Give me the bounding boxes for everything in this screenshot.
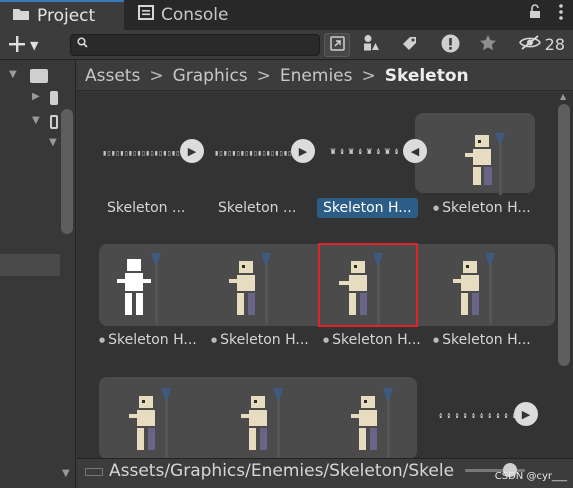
tab-bar: Project Console: [0, 0, 573, 30]
search-by-type-button[interactable]: [324, 33, 350, 57]
tree-scrollbar[interactable]: [61, 109, 73, 234]
chevron-right-icon[interactable]: ▶: [32, 91, 40, 102]
breadcrumb-skeleton[interactable]: Skeleton: [385, 66, 469, 86]
search-icon: [77, 37, 88, 51]
search-scope-icon: [329, 35, 345, 55]
filter-by-label-button[interactable]: [396, 33, 422, 57]
skeleton-sprite: [351, 388, 393, 458]
create-button[interactable]: ▼: [8, 33, 52, 57]
asset-label[interactable]: ● Skeleton H...: [99, 330, 197, 350]
star-icon: [479, 34, 497, 56]
console-icon: [138, 5, 154, 25]
play-icon[interactable]: ▶: [291, 139, 315, 163]
scrollbar-thumb[interactable]: [558, 104, 570, 366]
tree-item-graphics[interactable]: ▼: [0, 111, 60, 133]
filter-by-type-button[interactable]: [358, 33, 384, 57]
more-options-icon[interactable]: [559, 4, 563, 24]
sprite-icon: ●: [323, 336, 330, 344]
sprite-icon: ●: [433, 336, 440, 344]
sprite-icon: ●: [211, 336, 218, 344]
asset-label[interactable]: ● Skeleton H...: [323, 330, 421, 350]
hidden-count-label: 28: [544, 35, 565, 54]
breadcrumb-graphics[interactable]: Graphics: [173, 66, 248, 86]
breadcrumb-enemies[interactable]: Enemies: [280, 66, 353, 86]
asset-label[interactable]: Skeleton ...: [107, 198, 185, 218]
chevron-down-icon: ▼: [30, 38, 39, 52]
skeleton-sprite-white: [117, 253, 161, 325]
folder-tree: ▼ ▶ ▼ ▼: [0, 61, 76, 488]
watermark: CSDN @cyr___: [494, 471, 567, 482]
window-controls: [529, 4, 563, 24]
hidden-packages-toggle[interactable]: 28: [518, 35, 565, 54]
tree-item-enemies[interactable]: ▼: [0, 133, 60, 155]
sprite-strip-thumbnail: ♜♝♜♝♜♝♜♝♜♝: [329, 148, 399, 154]
chevron-down-icon[interactable]: ▼: [49, 137, 57, 148]
chevron-down-icon[interactable]: ▼: [9, 69, 17, 80]
scroll-up-icon[interactable]: ▲: [560, 92, 566, 101]
grid-scrollbar[interactable]: ▲: [555, 92, 573, 458]
search-input[interactable]: [91, 36, 315, 54]
asset-label[interactable]: ● Skeleton H...: [433, 330, 531, 350]
sprite-strip-thumbnail: ▮▯▮▯▮▯▮▯▮▯▮▯▮▯▮▯▮▯▮▯▮▯▮▯▮▯▮▯▮▯▮▯: [103, 150, 181, 156]
expanded-sprite-strip[interactable]: ◀: [403, 113, 535, 195]
play-icon[interactable]: ▶: [514, 402, 538, 426]
chevron-right-icon: >: [256, 65, 271, 86]
shapes-icon: [362, 34, 380, 56]
project-window: Project Console ▼ 28 ▼ ▶ ▼ ▼ Assets > Gr…: [0, 0, 573, 488]
search-field[interactable]: [70, 34, 320, 56]
folder-icon: [50, 91, 58, 105]
folder-icon: [50, 115, 58, 129]
skeleton-sprite: [229, 253, 271, 325]
tab-project-label: Project: [37, 6, 96, 26]
asset-label[interactable]: ● Skeleton H...: [433, 198, 531, 218]
sprite-strip-thumbnail: ♝♝♝♝♝♝♝♝♝♝: [437, 412, 515, 418]
asset-label-text: Skeleton H...: [442, 200, 531, 216]
tree-item-assets[interactable]: ▼: [0, 65, 60, 87]
skeleton-sprite: [129, 388, 171, 458]
asset-label-selected[interactable]: Skeleton H...: [317, 198, 418, 218]
collapse-icon[interactable]: ◀: [403, 139, 427, 163]
asset-path: Assets/Graphics/Enemies/Skeleton/Skele: [109, 461, 455, 481]
tree-item-collapsed[interactable]: ▶: [0, 87, 60, 109]
asset-label[interactable]: Skeleton ...: [218, 198, 296, 218]
exclamation-icon: [441, 34, 460, 57]
asset-label-text: Skeleton H...: [332, 332, 421, 348]
highlight-box: [318, 243, 418, 327]
asset-label[interactable]: ● Skeleton H...: [211, 330, 309, 350]
important-button[interactable]: [437, 33, 463, 57]
sprite-icon: ●: [433, 204, 440, 212]
sprite-strip-thumbnail: ▮▯▮▯▮▯▮▯▮▯▮▯▮▯▮▯▮▯▮▯▮▯▮▯▮▯▮▯▮▯▮▯: [215, 150, 293, 156]
breadcrumb: Assets > Graphics > Enemies > Skeleton: [77, 61, 573, 91]
favorite-button[interactable]: [475, 33, 501, 57]
lock-icon[interactable]: [529, 4, 541, 24]
skeleton-sprite: [241, 388, 283, 458]
tree-selected-row[interactable]: [0, 254, 60, 276]
tab-project[interactable]: Project: [0, 0, 124, 30]
tag-icon: [401, 35, 418, 56]
chevron-right-icon: >: [149, 65, 164, 86]
plus-icon: [8, 31, 26, 59]
asset-label-text: Skeleton H...: [220, 332, 309, 348]
asset-label-text: Skeleton H...: [442, 332, 531, 348]
asset-label-text: Skeleton H...: [108, 332, 197, 348]
scroll-down-icon[interactable]: ▼: [62, 468, 70, 479]
asset-grid: ▮▯▮▯▮▯▮▯▮▯▮▯▮▯▮▯▮▯▮▯▮▯▮▯▮▯▮▯▮▯▮▯ ▶ ▮▯▮▯▮…: [77, 92, 555, 458]
tab-console[interactable]: Console: [128, 0, 268, 30]
eye-slash-icon: [518, 35, 541, 54]
project-toolbar: ▼ 28: [0, 30, 573, 60]
chevron-down-icon[interactable]: ▼: [32, 115, 40, 126]
sprite-icon: ●: [99, 336, 106, 344]
status-bar: Assets/Graphics/Enemies/Skeleton/Skele C…: [77, 458, 573, 488]
folder-icon: [12, 6, 30, 26]
play-icon[interactable]: ▶: [180, 139, 204, 163]
open-folder-icon: [30, 69, 48, 83]
chevron-right-icon: >: [361, 65, 376, 86]
skeleton-sprite: [453, 253, 495, 325]
tab-console-label: Console: [161, 5, 229, 25]
texture-icon: [85, 468, 103, 476]
breadcrumb-assets[interactable]: Assets: [85, 66, 140, 86]
expanded-sprite-strip[interactable]: [99, 377, 417, 458]
